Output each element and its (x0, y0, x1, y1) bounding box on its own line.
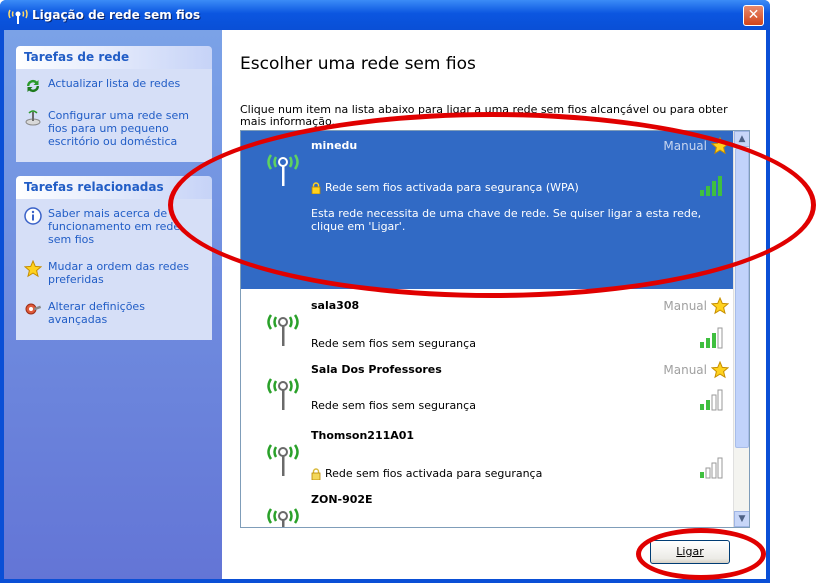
network-security: Rede sem fios sem segurança (311, 337, 476, 350)
network-tasks-title[interactable]: Tarefas de rede (16, 46, 212, 69)
task-label: Configurar uma rede sem fios para um peq… (48, 109, 189, 148)
lock-icon (311, 467, 321, 480)
network-name: Thomson211A01 (311, 429, 415, 442)
preferred-star-icon (711, 137, 729, 155)
wireless-antenna-icon (267, 444, 299, 476)
network-item-sala308[interactable]: sala308 Manual Rede sem fios sem seguran… (241, 291, 735, 353)
settings-icon (24, 300, 42, 318)
network-item-thomson211a01[interactable]: Thomson211A01 Rede sem fios activada par… (241, 421, 735, 483)
network-name: sala308 (311, 299, 360, 312)
star-icon (23, 259, 43, 278)
network-name: Sala Dos Professores (311, 363, 442, 376)
wireless-antenna-icon (267, 314, 299, 346)
task-setup-network[interactable]: Configurar uma rede sem fios para um peq… (24, 109, 206, 148)
signal-strength-icon (700, 389, 723, 411)
network-list-scrollbar[interactable]: ▲ ▼ (733, 131, 749, 527)
close-button[interactable]: ✕ (743, 5, 764, 26)
main-content: Escolher uma rede sem fios Clique num it… (222, 30, 766, 579)
network-manual-label: Manual (663, 139, 707, 153)
task-label: Actualizar lista de redes (48, 77, 181, 90)
network-tasks-group: Tarefas de rede Actualizar lista de rede… (16, 46, 212, 162)
preferred-star-icon (711, 297, 729, 315)
wireless-antenna-icon (267, 378, 299, 410)
wireless-antenna-icon (267, 508, 299, 527)
task-refresh-networks[interactable]: Actualizar lista de redes (24, 77, 206, 95)
page-title: Escolher uma rede sem fios (240, 54, 476, 74)
wireless-antenna-icon (267, 154, 299, 186)
network-item-zon-902e[interactable]: ZON-902E (241, 485, 735, 527)
network-name: minedu (311, 139, 358, 152)
network-manual-label: Manual (663, 299, 707, 313)
signal-strength-icon (700, 176, 722, 196)
title-bar[interactable]: Ligação de rede sem fios ✕ (0, 0, 770, 30)
network-item-minedu[interactable]: minedu Manual Rede sem fios activada par… (241, 131, 735, 289)
scroll-down-button[interactable]: ▼ (734, 511, 749, 527)
network-item-sala-dos-professores[interactable]: Sala Dos Professores Manual Rede sem fio… (241, 355, 735, 417)
refresh-icon (24, 77, 42, 95)
scrollbar-thumb[interactable] (735, 148, 749, 448)
wireless-network-window: Ligação de rede sem fios ✕ Tarefas de re… (0, 0, 770, 583)
network-manual-label: Manual (663, 363, 707, 377)
scroll-up-button[interactable]: ▲ (734, 131, 749, 147)
network-name: ZON-902E (311, 493, 373, 506)
task-label: Alterar definições avançadas (48, 300, 145, 326)
connect-button[interactable]: Ligar (650, 540, 730, 564)
task-pane: Tarefas de rede Actualizar lista de rede… (4, 30, 222, 579)
preferred-star-icon (711, 361, 729, 379)
task-learn-more[interactable]: Saber mais acerca de funcionamento em re… (24, 207, 206, 246)
task-change-order[interactable]: Mudar a ordem das redes preferidas (23, 259, 206, 286)
task-advanced-settings[interactable]: Alterar definições avançadas (24, 300, 206, 326)
network-security: Rede sem fios activada para segurança (W… (311, 181, 579, 194)
task-label: Saber mais acerca de funcionamento em re… (48, 207, 181, 246)
related-tasks-title[interactable]: Tarefas relacionadas (16, 176, 212, 199)
wireless-network-icon (6, 5, 30, 25)
task-label: Mudar a ordem das redes preferidas (48, 260, 189, 286)
network-list[interactable]: minedu Manual Rede sem fios activada par… (240, 130, 750, 528)
lock-icon (311, 181, 321, 194)
signal-strength-icon (700, 457, 723, 479)
signal-strength-icon (700, 327, 723, 349)
info-icon (24, 207, 42, 225)
network-security: Rede sem fios activada para segurança (311, 467, 542, 480)
window-client-area: Tarefas de rede Actualizar lista de rede… (4, 30, 766, 579)
related-tasks-group: Tarefas relacionadas Saber mais acerca d… (16, 176, 212, 340)
network-message: Esta rede necessita de uma chave de rede… (311, 207, 702, 233)
instructions-text: Clique num item na lista abaixo para lig… (240, 103, 728, 128)
setup-network-icon (24, 109, 42, 127)
network-security: Rede sem fios sem segurança (311, 399, 476, 412)
window-title: Ligação de rede sem fios (32, 8, 201, 22)
